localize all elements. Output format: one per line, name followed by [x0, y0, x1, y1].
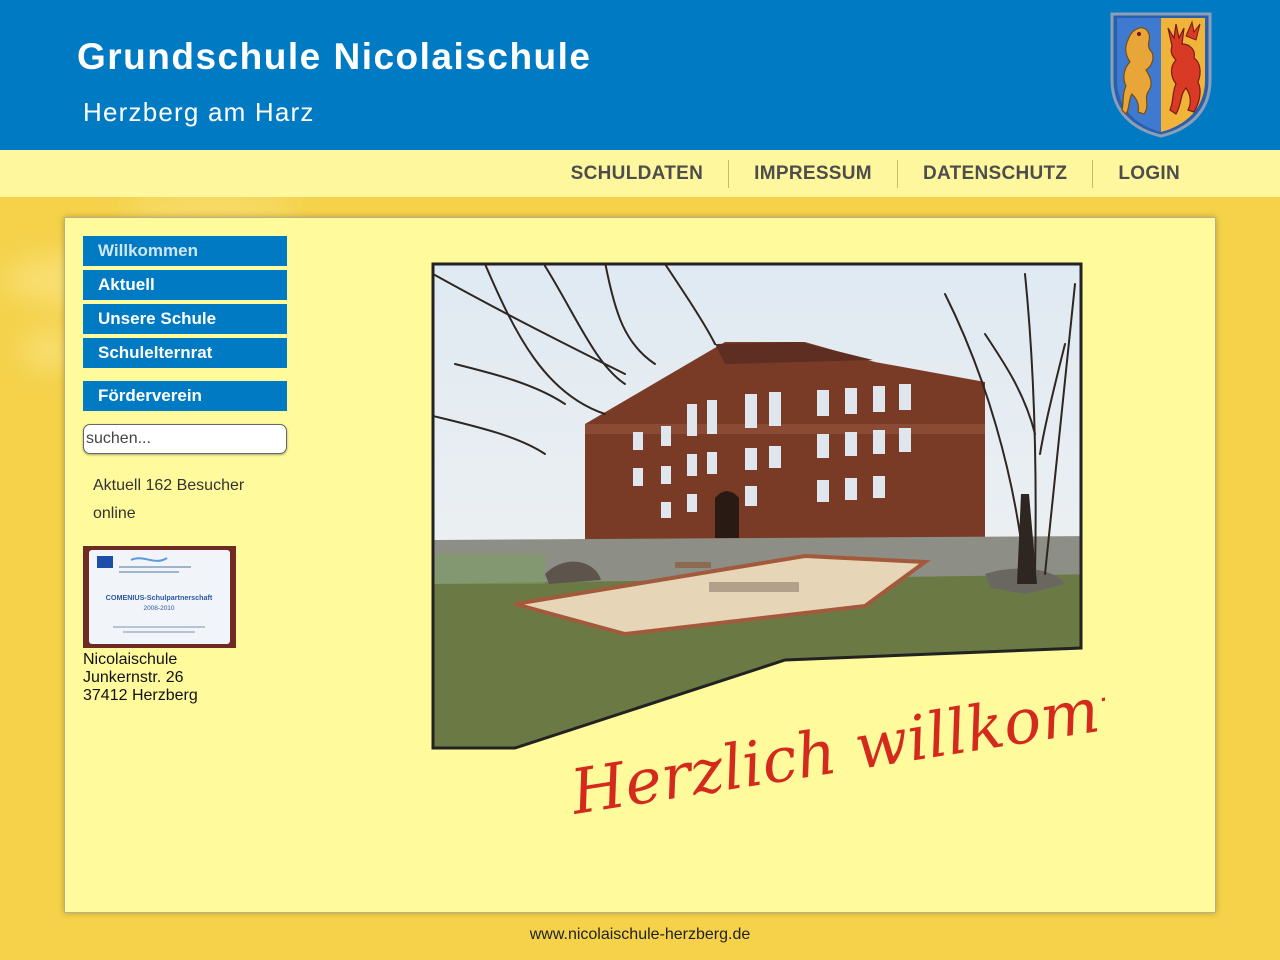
footer-url[interactable]: www.nicolaischule-herzberg.de — [0, 926, 1280, 944]
address-city: 37412 Herzberg — [83, 687, 198, 704]
search-input[interactable] — [83, 424, 287, 454]
nav-item-impressum[interactable]: IMPRESSUM — [728, 159, 897, 188]
site-header: Grundschule Nicolaischule Herzberg am Ha… — [0, 0, 1280, 150]
nav-item-login[interactable]: LOGIN — [1092, 159, 1205, 188]
top-navigation: SCHULDATEN IMPRESSUM DATENSCHUTZ LOGIN — [0, 150, 1280, 197]
school-photo: Herzlich willkommen — [431, 262, 1105, 829]
sidebar-item-willkommen[interactable]: Willkommen — [83, 236, 287, 266]
coat-of-arms-icon[interactable] — [1106, 10, 1216, 138]
sidebar-menu: Willkommen Aktuell Unsere Schule Schulel… — [83, 236, 287, 415]
sidebar-item-unsere-schule[interactable]: Unsere Schule — [83, 304, 287, 334]
comenius-badge-image[interactable]: COMENIUS-Schulpartnerschaft 2008-2010 — [83, 546, 236, 648]
address-name: Nicolaischule — [83, 651, 178, 668]
badge-years: 2008-2010 — [143, 605, 174, 612]
sidebar-item-schulelternrat[interactable]: Schulelternrat — [83, 338, 287, 368]
school-address: Nicolaischule Junkernstr. 26 37412 Herzb… — [83, 651, 198, 705]
sidebar-item-aktuell[interactable]: Aktuell — [83, 270, 287, 300]
site-title: Grundschule Nicolaischule — [77, 36, 592, 77]
badge-title: COMENIUS-Schulpartnerschaft — [106, 593, 213, 602]
nav-item-datenschutz[interactable]: DATENSCHUTZ — [896, 159, 1092, 188]
site-subtitle: Herzberg am Harz — [83, 97, 315, 127]
visitor-counter: Aktuell 162 Besucher online — [93, 477, 245, 522]
content-panel: Willkommen Aktuell Unsere Schule Schulel… — [64, 217, 1216, 913]
nav-item-schuldaten[interactable]: SCHULDATEN — [546, 160, 728, 188]
address-street: Junkernstr. 26 — [83, 669, 184, 686]
sidebar-item-foerderverein[interactable]: Förderverein — [83, 381, 287, 411]
